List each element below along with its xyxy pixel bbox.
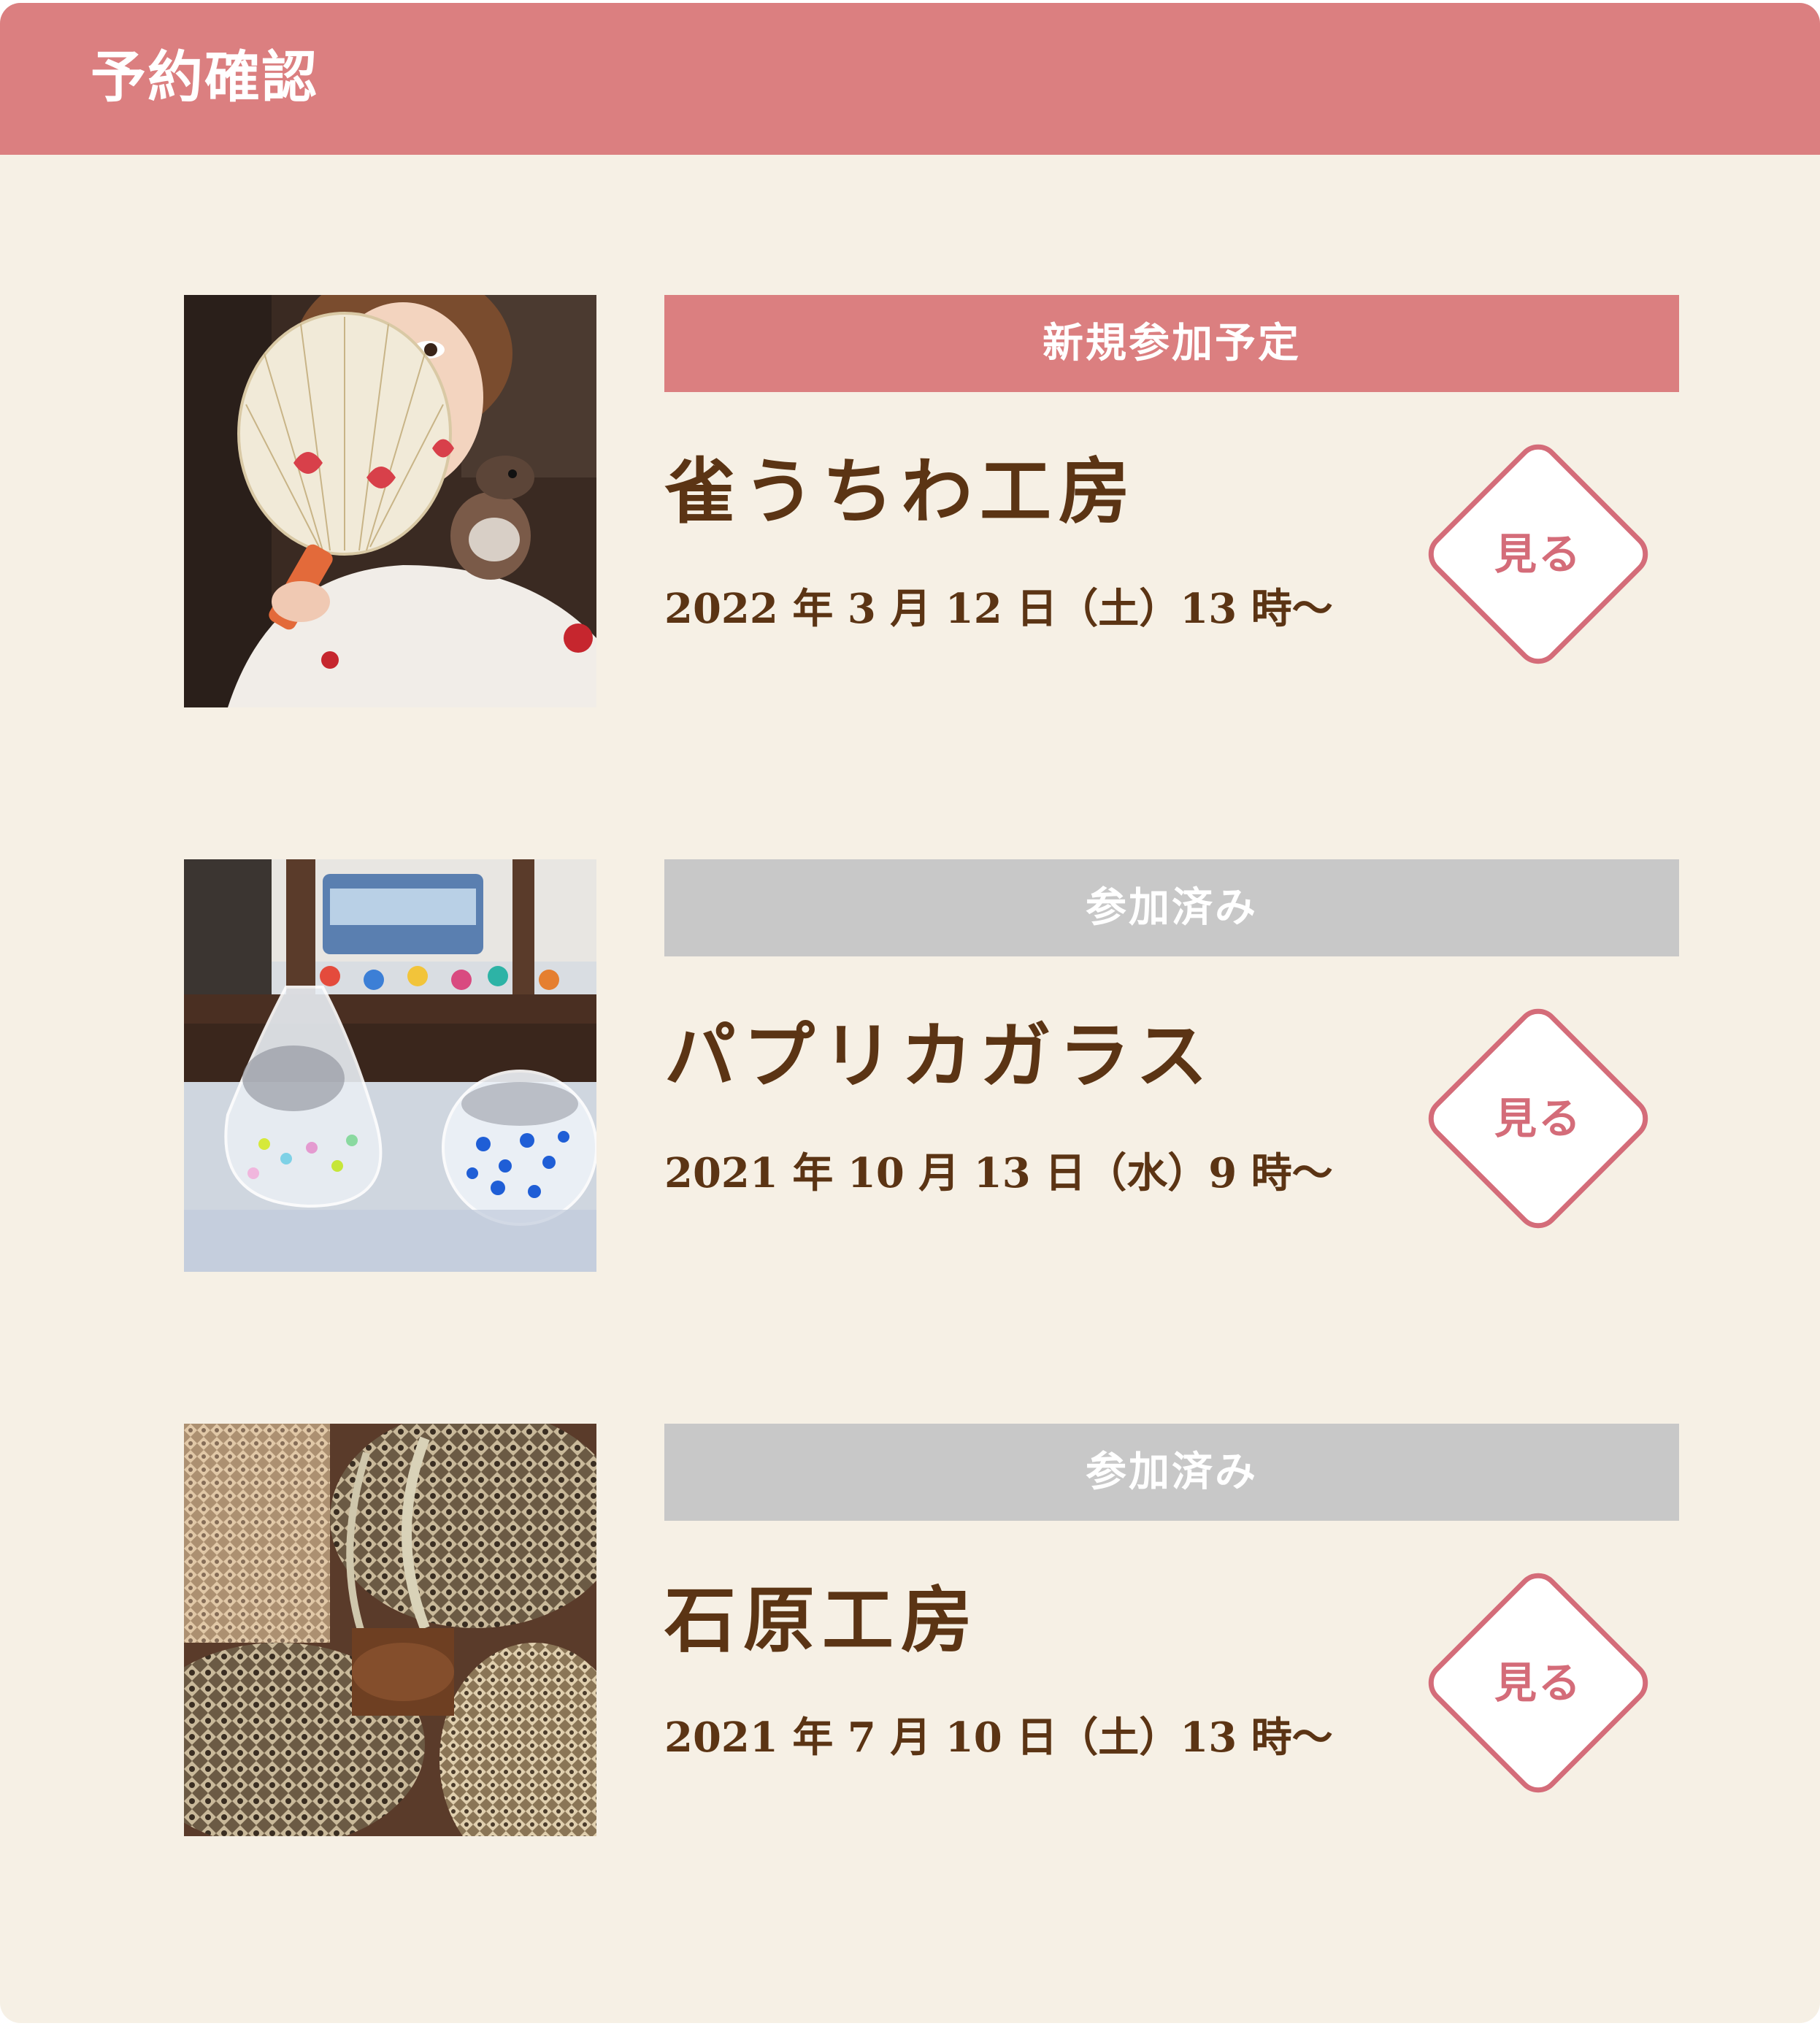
view-button[interactable]: 見る: [1418, 434, 1659, 675]
reservation-item: 参加済み 石原工房 2021 年 7 月 10 日（土）13 時～ 見る: [184, 1424, 1681, 1836]
reservation-item: 新規参加予定 雀うちわ工房 2022 年 3 月 12 日（土）13 時～ 見る: [184, 295, 1681, 707]
workshop-name: パプリカガラス: [664, 1014, 1216, 1098]
view-button-label: 見る: [1494, 1658, 1582, 1708]
status-badge: 新規参加予定: [664, 295, 1679, 392]
view-button-label: 見る: [1494, 1094, 1582, 1143]
view-button-label: 見る: [1494, 529, 1582, 579]
workshop-name: 石原工房: [664, 1578, 980, 1662]
status-badge: 参加済み: [664, 1424, 1679, 1521]
status-badge: 参加済み: [664, 859, 1679, 956]
reservation-date: 2022 年 3 月 12 日（土）13 時～: [664, 585, 1333, 633]
view-button[interactable]: 見る: [1418, 998, 1659, 1239]
view-button[interactable]: 見る: [1418, 1562, 1659, 1803]
reservation-item: 参加済み パプリカガラス 2021 年 10 月 13 日（水）9 時～ 見る: [184, 859, 1681, 1272]
workshop-photo: [184, 859, 596, 1272]
reservation-date: 2021 年 7 月 10 日（土）13 時～: [664, 1714, 1333, 1762]
workshop-photo: [184, 1424, 596, 1836]
workshop-photo: [184, 295, 596, 707]
page-title: 予約確認: [91, 45, 318, 110]
workshop-name: 雀うちわ工房: [664, 450, 1138, 534]
reservation-card: 予約確認 新規参加予定 雀うちわ工房 2022 年 3 月 12 日（土）13 …: [0, 3, 1820, 2023]
header-bar: 予約確認: [0, 3, 1820, 155]
reservation-date: 2021 年 10 月 13 日（水）9 時～: [664, 1149, 1333, 1197]
